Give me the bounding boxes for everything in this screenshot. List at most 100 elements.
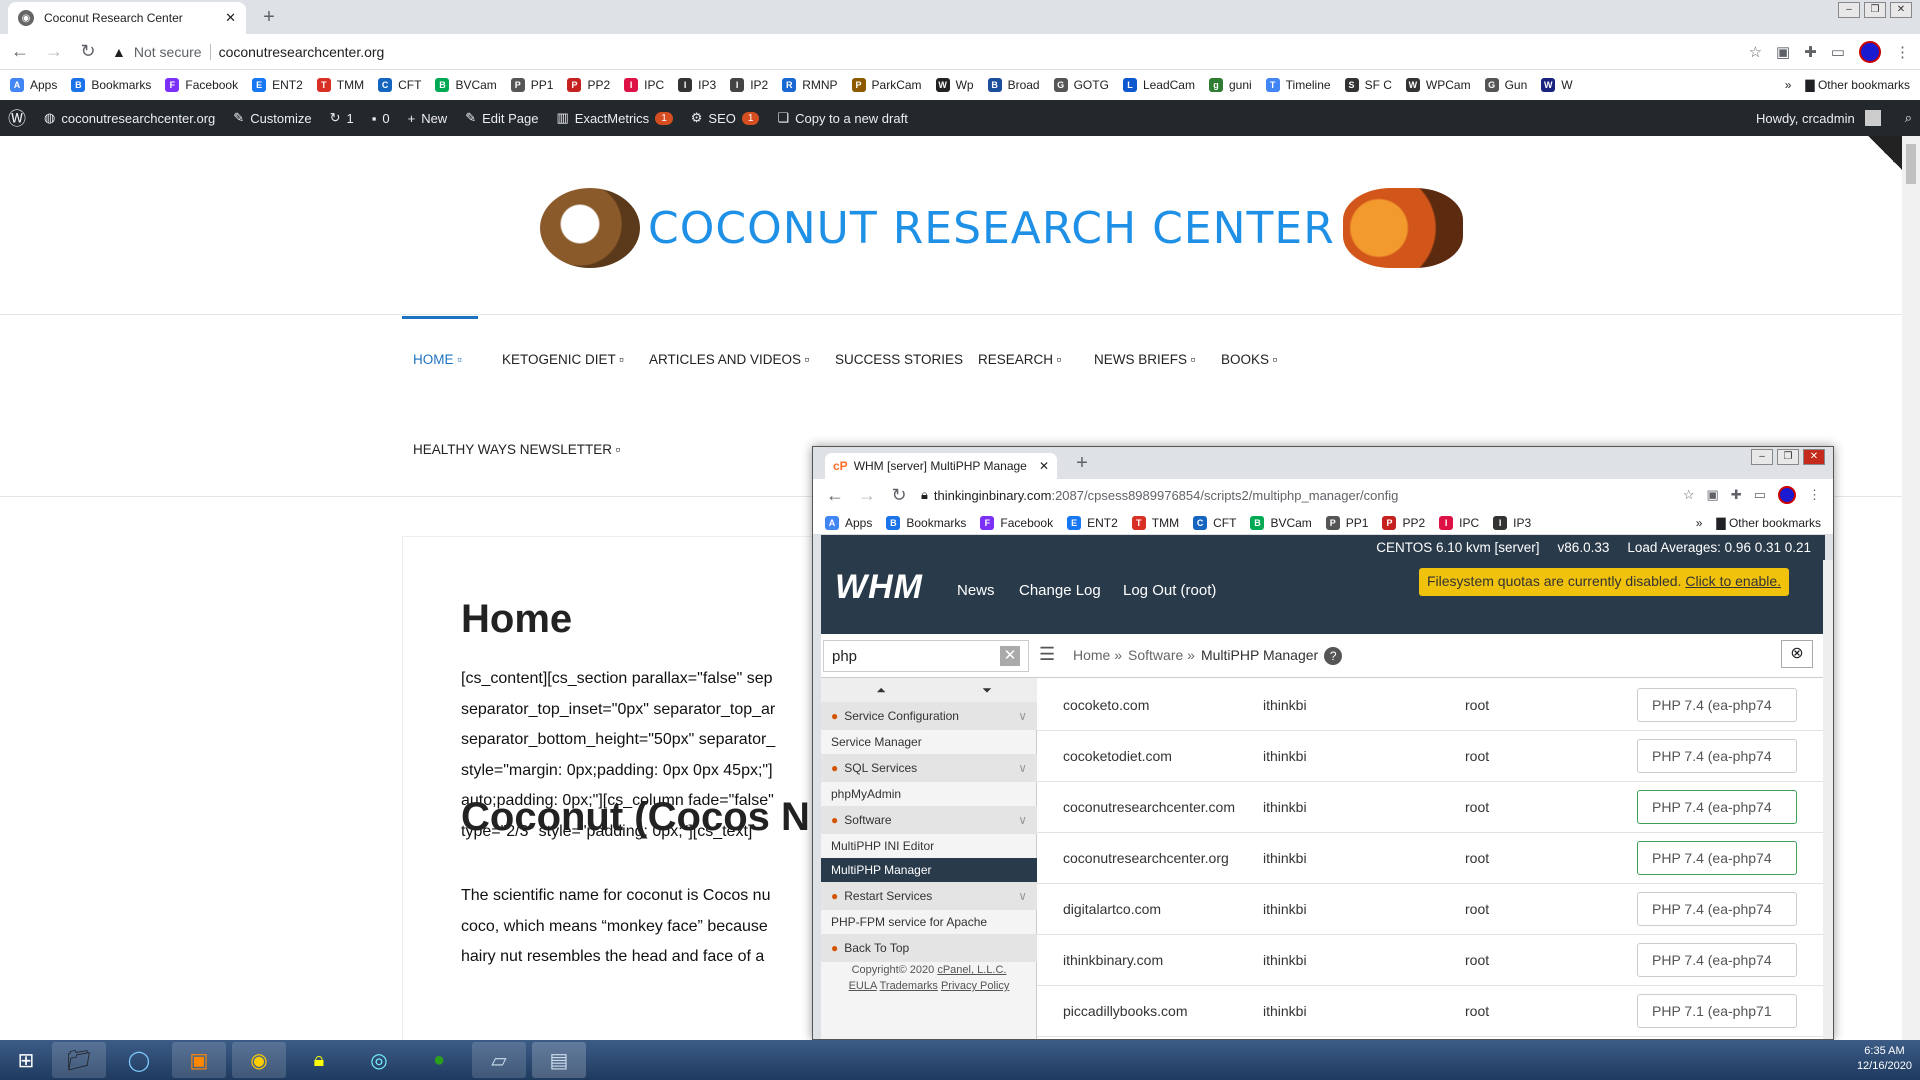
sidebar-item-software[interactable]: ● Software ∨	[821, 806, 1037, 834]
other-bookmarks-folder[interactable]: ▇ Other bookmarks	[1805, 78, 1910, 92]
wp-site-link[interactable]: ◍ coconutresearchcenter.org	[44, 110, 215, 126]
quickbooks-icon[interactable]: ●	[412, 1042, 466, 1078]
whm-logo[interactable]: WHM	[835, 568, 923, 607]
customize-link[interactable]: ✎ Customize	[233, 110, 311, 126]
bookmark-ipc[interactable]: I IPC	[1439, 515, 1479, 530]
new-tab-button[interactable]: +	[256, 5, 282, 31]
cast-icon[interactable]: ▭	[1831, 43, 1845, 61]
hamburger-icon[interactable]: ☰	[1039, 644, 1055, 665]
bookmark-apps[interactable]: A Apps	[10, 78, 57, 92]
privacy-link[interactable]: Privacy Policy	[941, 980, 1009, 992]
nav-changelog[interactable]: Change Log	[1019, 582, 1101, 599]
bookmark-wpcam[interactable]: W WPCam	[1405, 78, 1471, 92]
browser-tab[interactable]: ◉ Coconut Research Center ✕	[8, 2, 246, 34]
bookmark-bookmarks[interactable]: B Bookmarks	[886, 515, 966, 530]
menu-icon[interactable]: ⋮	[1895, 43, 1910, 61]
chevron-down-icon[interactable]: ∨	[1018, 889, 1027, 903]
updates-link[interactable]: ↻ 1	[330, 110, 354, 126]
crumb-home[interactable]: Home »	[1073, 647, 1122, 665]
whm-tab[interactable]: cP WHM [server] MultiPHP Manage ✕	[825, 453, 1057, 479]
sidebar-item-php-fpm-service-for-apache[interactable]: PHP-FPM service for Apache	[821, 910, 1037, 934]
sidebar-item-back-to-top[interactable]: ● Back To Top	[821, 934, 1037, 962]
bookmark-w[interactable]: WW	[1541, 78, 1573, 92]
menu-item-5[interactable]: NEWS BRIEFS ▫	[1094, 352, 1196, 367]
forward-icon[interactable]: →	[857, 485, 877, 506]
eula-link[interactable]: EULA	[849, 980, 877, 992]
bookmark-guni[interactable]: g guni	[1208, 78, 1252, 92]
new-tab-button[interactable]: +	[1069, 451, 1095, 477]
more-bookmarks-button[interactable]: »	[1696, 516, 1703, 530]
bookmark-facebook[interactable]: F Facebook	[980, 515, 1053, 530]
trademarks-link[interactable]: Trademarks	[880, 980, 938, 992]
scroll-down-icon[interactable]: ⏷	[982, 683, 992, 698]
puzzle-icon[interactable]: ✚	[1804, 43, 1817, 61]
sidebar-item-multiphp-ini-editor[interactable]: MultiPHP INI Editor	[821, 834, 1037, 858]
bookmark-leadcam[interactable]: L LeadCam	[1122, 78, 1195, 92]
bookmark-pp1[interactable]: P PP1	[510, 78, 553, 92]
menu-icon[interactable]: ⋮	[1808, 487, 1821, 503]
search-icon[interactable]: ⌕	[1905, 110, 1912, 126]
lock-app-icon[interactable]: 🔒︎	[292, 1042, 346, 1078]
extension-icon[interactable]: ▣	[1776, 43, 1790, 61]
minimize-button[interactable]: –	[1751, 449, 1773, 465]
omnibox[interactable]: ▲ Not secure coconutresearchcenter.org	[112, 38, 1735, 66]
star-icon[interactable]: ☆	[1683, 487, 1695, 503]
close-window-button[interactable]: ✕	[1803, 449, 1825, 465]
bookmark-sf-c[interactable]: S SF C	[1344, 78, 1392, 92]
circle-app-icon[interactable]: ◯	[112, 1042, 166, 1078]
close-tab-icon[interactable]: ✕	[225, 10, 236, 26]
bookmark-cft[interactable]: C CFT	[1193, 515, 1236, 530]
php-version-select[interactable]: PHP 7.4 (ea-php74	[1637, 943, 1797, 977]
url-text[interactable]: coconutresearchcenter.org	[219, 44, 385, 60]
puzzle-icon[interactable]: ✚	[1731, 487, 1742, 503]
back-icon[interactable]: ←	[10, 41, 30, 62]
extension-icon[interactable]: ▣	[1707, 487, 1719, 503]
crumb-software[interactable]: Software »	[1128, 647, 1195, 665]
clear-search-icon[interactable]: ✕	[1000, 646, 1020, 666]
bookmark-cft[interactable]: C CFT	[378, 78, 421, 92]
menu-item-3[interactable]: SUCCESS STORIES	[835, 352, 963, 367]
bookmark-facebook[interactable]: F Facebook	[165, 78, 238, 92]
chrome-icon[interactable]: ◉	[232, 1042, 286, 1078]
bookmark-apps[interactable]: A Apps	[825, 515, 872, 530]
close-tab-icon[interactable]: ✕	[1039, 459, 1049, 473]
php-version-select[interactable]: PHP 7.4 (ea-php74	[1637, 841, 1797, 875]
close-window-button[interactable]: ✕	[1890, 2, 1912, 18]
menu-item-2[interactable]: ARTICLES AND VIDEOS ▫	[649, 352, 810, 367]
bookmark-ipc[interactable]: I IPC	[624, 78, 664, 92]
restore-button[interactable]: ❐	[1864, 2, 1886, 18]
bookmark-broad[interactable]: B Broad	[987, 78, 1040, 92]
back-icon[interactable]: ←	[825, 485, 845, 506]
start-button[interactable]: ⊞	[6, 1042, 46, 1078]
bookmark-ip3[interactable]: I IP3	[1493, 515, 1531, 530]
whm-scrollbar[interactable]	[1823, 560, 1833, 1039]
bookmark-pp2[interactable]: P PP2	[1382, 515, 1425, 530]
php-version-select[interactable]: PHP 7.4 (ea-php74	[1637, 739, 1797, 773]
bookmark-gun[interactable]: G Gun	[1484, 78, 1527, 92]
exactmetrics-link[interactable]: ▥ ExactMetrics 1	[556, 110, 673, 126]
minimize-button[interactable]: –	[1838, 2, 1860, 18]
help-icon[interactable]: ?	[1324, 647, 1343, 665]
site-logo[interactable]: COCONUT RESEARCH CENTER	[540, 188, 1463, 268]
seo-link[interactable]: ⚙ SEO 1	[691, 110, 760, 126]
profile-avatar[interactable]	[1859, 40, 1881, 63]
howdy-user[interactable]: Howdy, crcadmin	[1756, 111, 1855, 126]
new-link[interactable]: + New	[408, 111, 448, 126]
page-scrollbar[interactable]	[1902, 136, 1920, 1040]
reload-icon[interactable]: ↻	[78, 41, 98, 62]
sidebar-item-sql-services[interactable]: ● SQL Services ∨	[821, 754, 1037, 782]
more-bookmarks-button[interactable]: »	[1785, 78, 1792, 92]
chevron-down-icon[interactable]: ∨	[1018, 761, 1027, 775]
close-panel-button[interactable]: ⊗	[1781, 640, 1813, 668]
sidebar-item-phpmyadmin[interactable]: phpMyAdmin	[821, 782, 1037, 806]
menu-item-0[interactable]: HOME ▫	[413, 352, 462, 367]
bookmark-parkcam[interactable]: P ParkCam	[851, 78, 922, 92]
cpanel-link[interactable]: cPanel, L.L.C.	[937, 964, 1006, 976]
edit-page-link[interactable]: ✎ Edit Page	[465, 110, 538, 126]
chevron-down-icon[interactable]: ∨	[1018, 709, 1027, 723]
profile-avatar[interactable]	[1778, 486, 1796, 504]
bookmark-ip2[interactable]: I IP2	[730, 78, 768, 92]
php-version-select[interactable]: PHP 7.4 (ea-php74	[1637, 688, 1797, 722]
bookmark-pp1[interactable]: P PP1	[1325, 515, 1368, 530]
restore-button[interactable]: ❐	[1777, 449, 1799, 465]
